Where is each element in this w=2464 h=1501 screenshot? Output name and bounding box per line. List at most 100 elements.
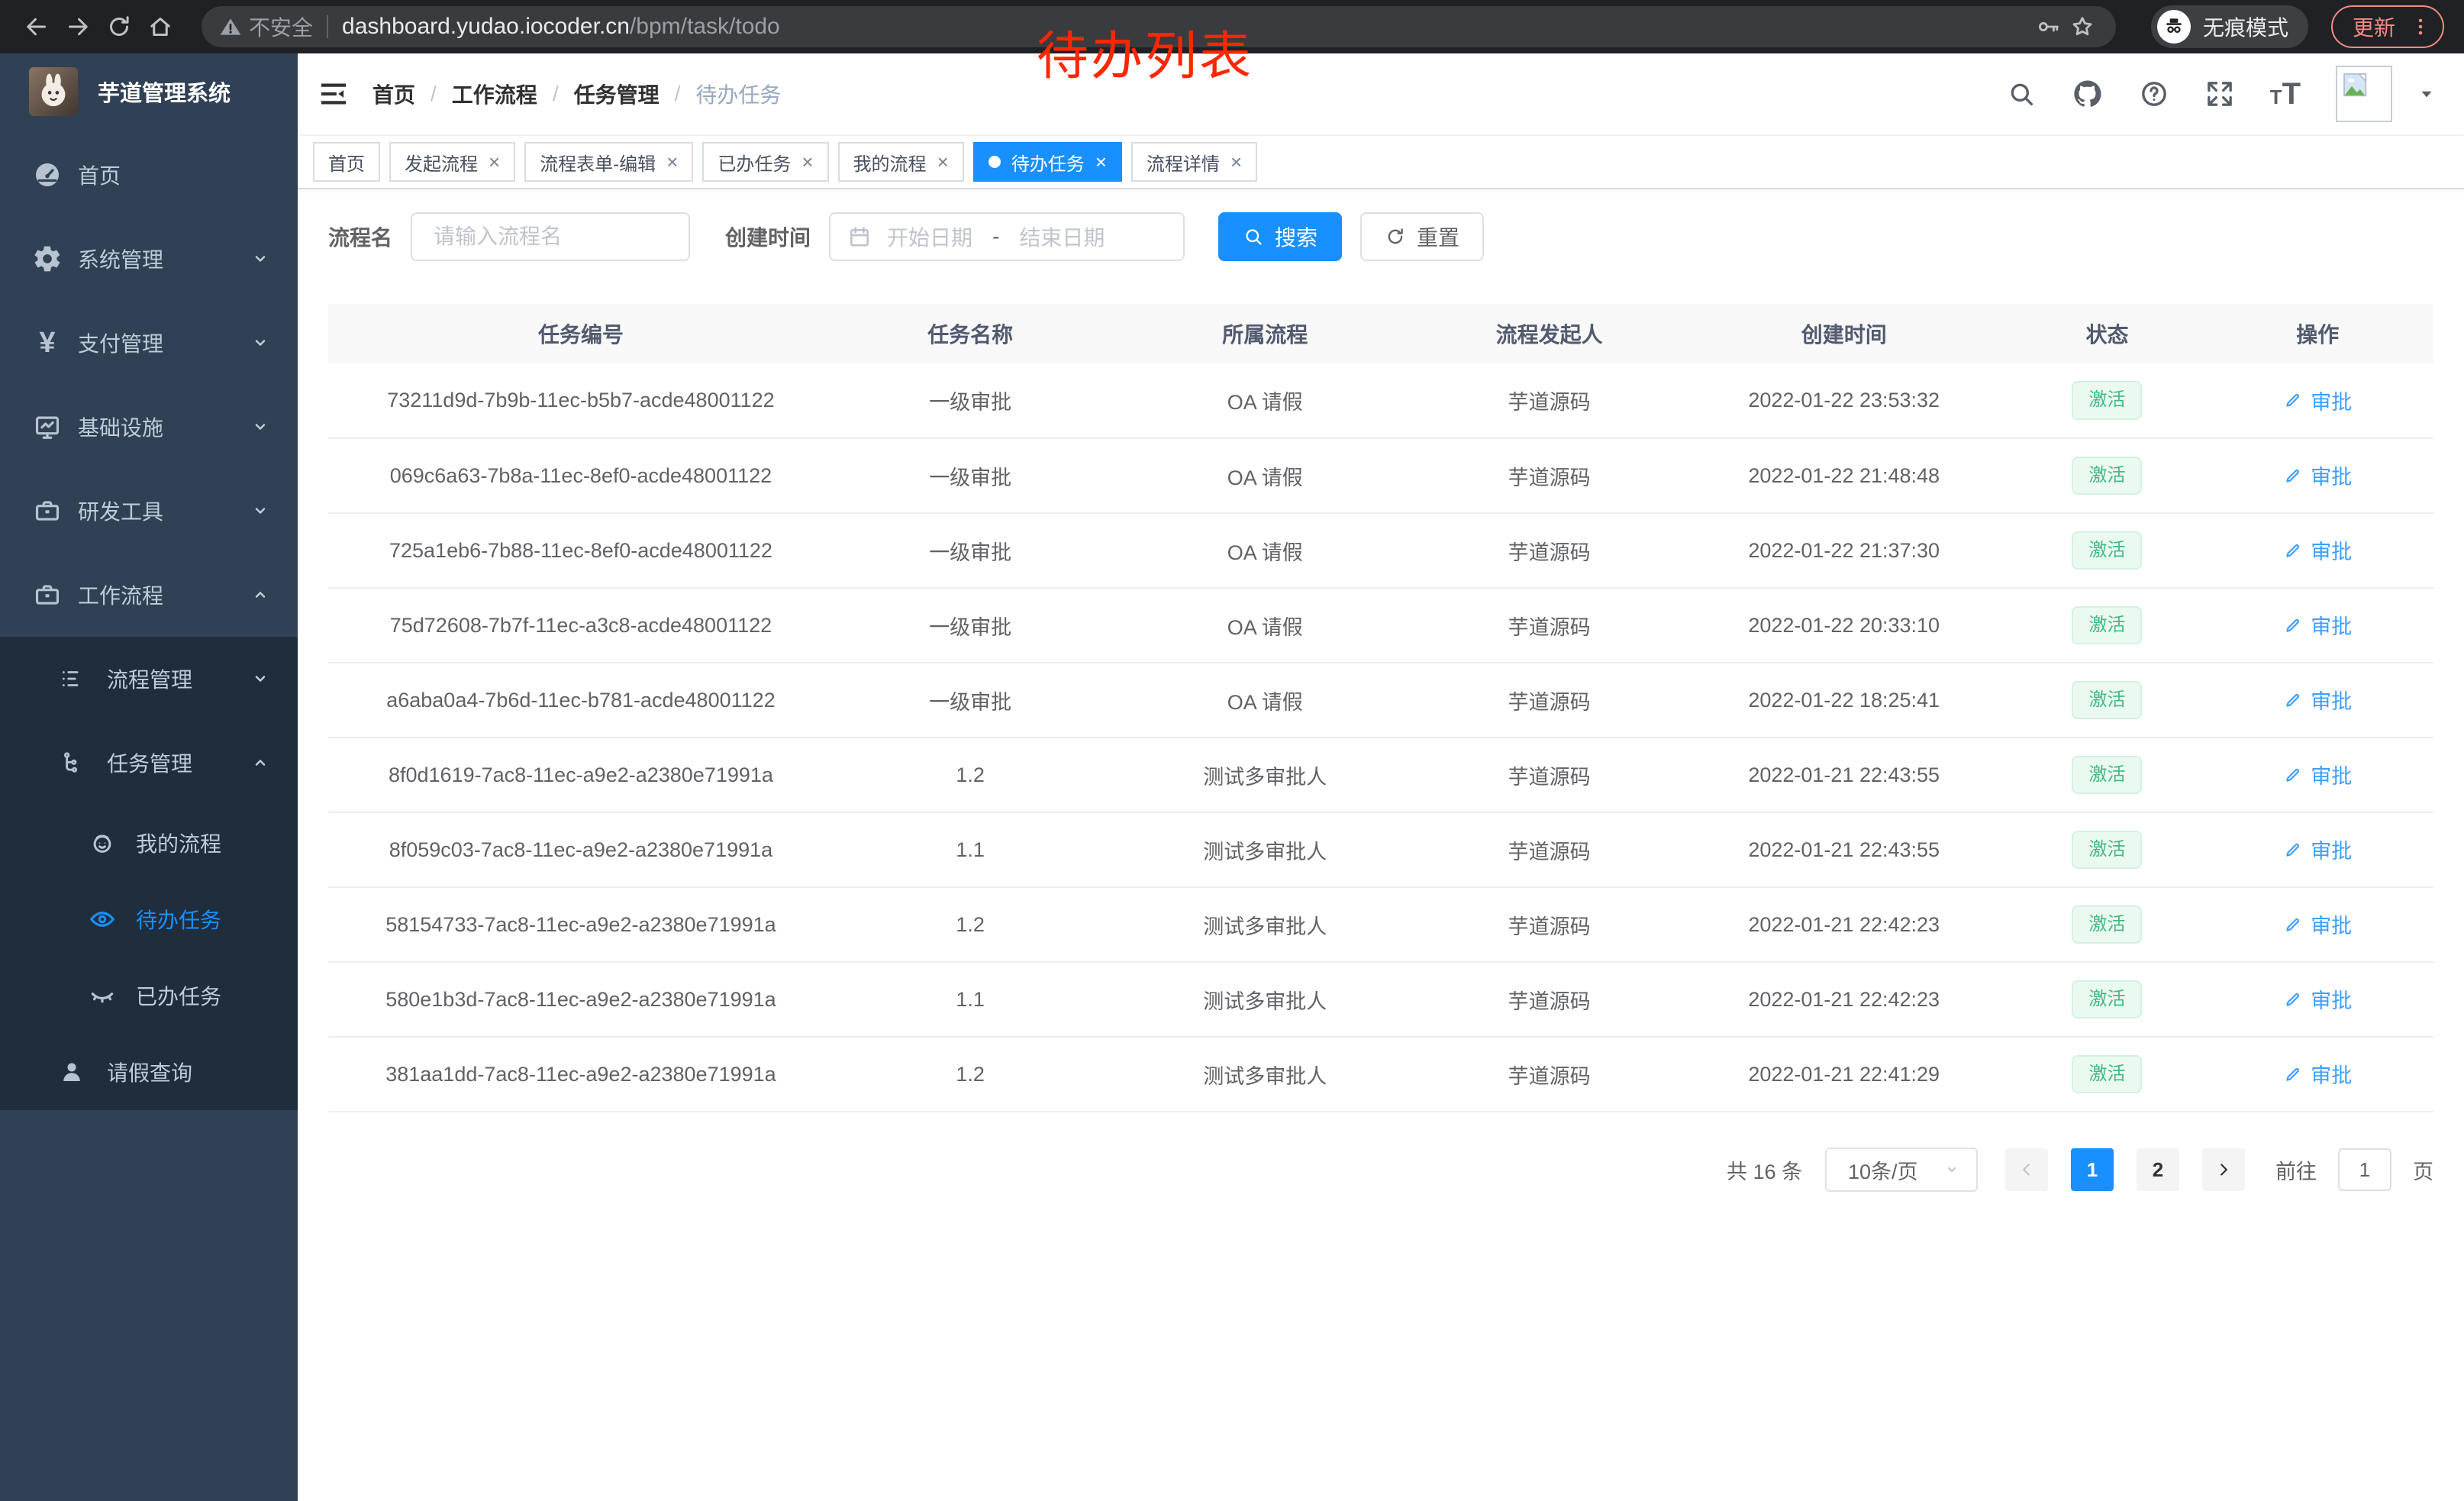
close-icon[interactable]: ×	[489, 152, 500, 172]
sidebar-item-done-tasks[interactable]: 已办任务	[0, 957, 298, 1034]
forward-icon[interactable]	[61, 10, 95, 44]
home-icon[interactable]	[144, 10, 177, 44]
prev-page-button[interactable]	[2005, 1148, 2048, 1191]
table-row: 8f059c03-7ac8-11ec-a9e2-a2380e71991a 1.1…	[328, 812, 2433, 887]
help-icon[interactable]	[2139, 79, 2169, 109]
cell-process: OA 请假	[1107, 588, 1423, 663]
sidebar-item-home[interactable]: 首页	[0, 133, 298, 217]
sidebar-item-task-mgmt[interactable]: 任务管理	[0, 721, 298, 805]
sidebar-collapse-icon[interactable]	[298, 78, 373, 110]
tab-todo-tasks[interactable]: 待办任务×	[973, 142, 1122, 182]
security-label[interactable]: 不安全	[249, 11, 313, 42]
breadcrumb-home[interactable]: 首页	[373, 79, 415, 109]
approve-link[interactable]: 审批	[2283, 1059, 2352, 1089]
breadcrumb-task-mgmt[interactable]: 任务管理	[574, 79, 660, 109]
logo[interactable]: 芋道管理系统	[0, 53, 298, 130]
page-button-2[interactable]: 2	[2137, 1148, 2179, 1191]
approve-link[interactable]: 审批	[2283, 460, 2352, 490]
sidebar-item-payment[interactable]: ¥ 支付管理	[0, 301, 298, 385]
cell-process: 测试多审批人	[1107, 1037, 1423, 1112]
avatar[interactable]	[2336, 66, 2392, 122]
cell-create-time: 2022-01-22 21:37:30	[1675, 513, 2012, 588]
table-body: 73211d9d-7b9b-11ec-b5b7-acde48001122 一级审…	[328, 363, 2433, 1112]
update-button[interactable]: 更新	[2331, 5, 2444, 48]
status-badge: 激活	[2072, 831, 2142, 870]
sidebar-item-devtools[interactable]: 研发工具	[0, 469, 298, 553]
page-size-select[interactable]: 10条/页	[1825, 1148, 1978, 1192]
cell-task-name: 1.2	[834, 887, 1108, 962]
cell-task-id: 73211d9d-7b9b-11ec-b5b7-acde48001122	[328, 363, 834, 438]
cell-process: 测试多审批人	[1107, 887, 1423, 962]
sidebar-item-todo-tasks[interactable]: 待办任务	[0, 881, 298, 957]
approve-link[interactable]: 审批	[2283, 834, 2352, 864]
font-size-icon[interactable]: TT	[2270, 77, 2301, 111]
bookmark-star-icon[interactable]	[2066, 10, 2099, 44]
reset-button[interactable]: 重置	[1360, 212, 1484, 261]
close-icon[interactable]: ×	[801, 152, 813, 172]
page-button-1[interactable]: 1	[2071, 1148, 2114, 1191]
browser-menu-icon[interactable]	[2409, 15, 2432, 38]
cell-task-name: 1.2	[834, 738, 1108, 812]
tab-done-tasks[interactable]: 已办任务×	[702, 142, 828, 182]
close-icon[interactable]: ×	[1095, 152, 1107, 172]
tab-home[interactable]: 首页	[313, 142, 380, 182]
goto-label: 前往	[2275, 1155, 2317, 1185]
table-row: 75d72608-7b7f-11ec-a3c8-acde48001122 一级审…	[328, 588, 2433, 663]
approve-link[interactable]: 审批	[2283, 535, 2352, 565]
gear-icon	[29, 244, 66, 274]
sidebar-item-leave-query[interactable]: 请假查询	[0, 1034, 298, 1110]
tab-my-process[interactable]: 我的流程×	[838, 142, 964, 182]
approve-link[interactable]: 审批	[2283, 386, 2352, 415]
task-table: 任务编号 任务名称 所属流程 流程发起人 创建时间 状态 操作	[328, 304, 2433, 1112]
github-icon[interactable]	[2072, 78, 2104, 110]
top-navbar: 首页 / 工作流程 / 任务管理 / 待办任务	[298, 53, 2464, 136]
sidebar-item-system[interactable]: 系统管理	[0, 217, 298, 301]
cell-starter: 芋道源码	[1423, 962, 1675, 1037]
cell-create-time: 2022-01-22 18:25:41	[1675, 663, 2012, 738]
date-range-picker[interactable]: 开始日期 - 结束日期	[829, 212, 1185, 261]
incognito-badge: 无痕模式	[2151, 5, 2308, 48]
close-icon[interactable]: ×	[937, 152, 949, 172]
cell-create-time: 2022-01-21 22:42:23	[1675, 887, 2012, 962]
search-icon[interactable]	[2006, 79, 2037, 109]
sidebar-item-infra[interactable]: 基础设施	[0, 385, 298, 469]
reload-icon[interactable]	[102, 10, 136, 44]
cell-create-time: 2022-01-21 22:41:29	[1675, 1037, 2012, 1112]
approve-link[interactable]: 审批	[2283, 760, 2352, 789]
tab-process-detail[interactable]: 流程详情×	[1131, 142, 1257, 182]
avatar-caret-icon[interactable]	[2417, 84, 2437, 104]
cell-task-id: 069c6a63-7b8a-11ec-8ef0-acde48001122	[328, 438, 834, 513]
sidebar-item-my-process[interactable]: 我的流程	[0, 805, 298, 881]
search-button[interactable]: 搜索	[1218, 212, 1342, 261]
cell-starter: 芋道源码	[1423, 513, 1675, 588]
approve-link[interactable]: 审批	[2283, 610, 2352, 640]
breadcrumb-workflow[interactable]: 工作流程	[452, 79, 537, 109]
sidebar-item-workflow[interactable]: 工作流程	[0, 553, 298, 637]
cell-process: OA 请假	[1107, 513, 1423, 588]
create-time-label: 创建时间	[725, 221, 811, 252]
process-name-input[interactable]	[411, 212, 690, 261]
sidebar-item-process-mgmt[interactable]: 流程管理	[0, 637, 298, 721]
chevron-up-icon	[249, 751, 272, 774]
approve-link[interactable]: 审批	[2283, 909, 2352, 939]
back-icon[interactable]	[20, 10, 53, 44]
status-badge: 激活	[2072, 531, 2142, 570]
approve-link[interactable]: 审批	[2283, 984, 2352, 1014]
warning-icon	[218, 15, 243, 39]
tab-start-process[interactable]: 发起流程×	[389, 142, 515, 182]
goto-page-input[interactable]	[2338, 1148, 2391, 1191]
tab-form-edit[interactable]: 流程表单-编辑×	[524, 142, 693, 182]
close-icon[interactable]: ×	[1230, 152, 1242, 172]
key-icon[interactable]	[2032, 10, 2066, 44]
chevron-down-icon	[249, 247, 272, 270]
approve-link[interactable]: 审批	[2283, 685, 2352, 715]
cell-process: OA 请假	[1107, 438, 1423, 513]
cell-task-id: 381aa1dd-7ac8-11ec-a9e2-a2380e71991a	[328, 1037, 834, 1112]
cell-task-id: 75d72608-7b7f-11ec-a3c8-acde48001122	[328, 588, 834, 663]
cell-task-name: 1.1	[834, 812, 1108, 887]
fullscreen-icon[interactable]	[2204, 79, 2235, 109]
close-icon[interactable]: ×	[666, 152, 678, 172]
url-text[interactable]: dashboard.yudao.iocoder.cn/bpm/task/todo	[342, 14, 780, 40]
cell-process: OA 请假	[1107, 663, 1423, 738]
next-page-button[interactable]	[2202, 1148, 2245, 1191]
